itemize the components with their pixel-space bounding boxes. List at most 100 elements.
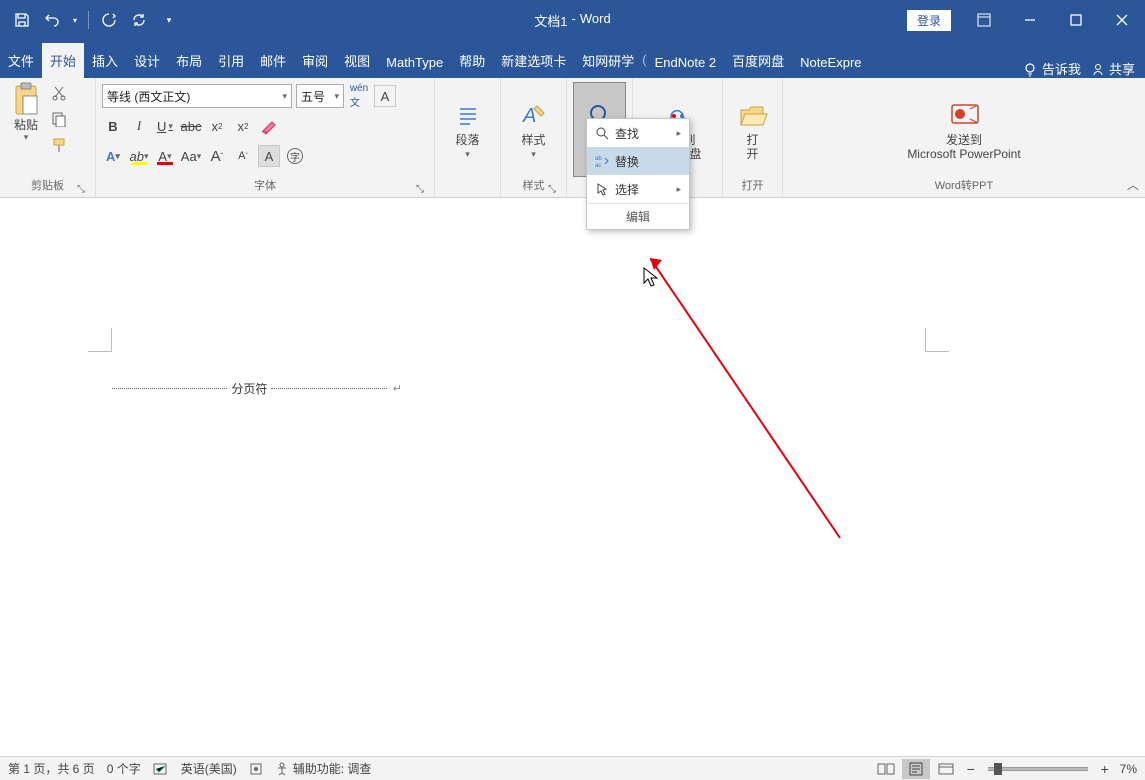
- save-icon[interactable]: [10, 8, 34, 32]
- collapse-ribbon-icon[interactable]: ︿: [1127, 176, 1139, 193]
- styles-button[interactable]: A 样式 ▾: [507, 82, 560, 177]
- tab-newtab[interactable]: 新建选项卡: [493, 43, 574, 78]
- ribbon-tabs: 文件 开始 插入 设计 布局 引用 邮件 审阅 视图 MathType 帮助 新…: [0, 40, 1145, 78]
- clear-format-icon[interactable]: [258, 115, 280, 137]
- tab-layout[interactable]: 布局: [168, 43, 210, 78]
- ribbon-display-icon[interactable]: [961, 0, 1007, 40]
- qat-customize-icon[interactable]: ▾: [157, 8, 181, 32]
- undo-icon[interactable]: [40, 8, 64, 32]
- enclose-char-icon[interactable]: 字: [284, 145, 306, 167]
- minimize-icon[interactable]: [1007, 0, 1053, 40]
- paragraph-button[interactable]: 段落 ▾: [441, 82, 494, 177]
- quick-access-toolbar: ▾ ▾: [0, 8, 181, 32]
- grow-font-icon[interactable]: Aˆ: [206, 145, 228, 167]
- font-size-combo[interactable]: 五号▾: [296, 84, 344, 108]
- paragraph-mark-icon: ↵: [393, 382, 402, 395]
- ppt-icon: [948, 99, 980, 131]
- page-corner-tl: [88, 328, 112, 352]
- chevron-right-icon: ▸: [676, 128, 681, 139]
- view-print-icon[interactable]: [902, 759, 930, 779]
- zoom-slider[interactable]: [988, 767, 1088, 771]
- status-spellcheck-icon[interactable]: [153, 762, 169, 776]
- close-icon[interactable]: [1099, 0, 1145, 40]
- chevron-right-icon: ▸: [676, 184, 681, 195]
- status-accessibility[interactable]: 辅助功能: 调查: [275, 760, 372, 777]
- tell-me[interactable]: 告诉我: [1022, 59, 1081, 78]
- accessibility-icon: [275, 762, 289, 776]
- clipboard-launcher-icon[interactable]: ⤡: [75, 183, 87, 195]
- view-web-icon[interactable]: [932, 759, 960, 779]
- zoom-out-icon[interactable]: −: [962, 760, 980, 778]
- tab-design[interactable]: 设计: [126, 43, 168, 78]
- group-styles: A 样式 ▾ 样式⤡: [501, 78, 567, 197]
- group-open: 打开 打开: [723, 78, 783, 197]
- status-macro-icon[interactable]: [249, 762, 263, 776]
- redo-icon[interactable]: [97, 8, 121, 32]
- status-language[interactable]: 英语(美国): [181, 760, 237, 777]
- tab-baidu[interactable]: 百度网盘: [724, 43, 792, 78]
- page-corner-tr: [925, 328, 949, 352]
- bulb-icon: [1022, 61, 1038, 77]
- tab-review[interactable]: 审阅: [294, 43, 336, 78]
- styles-launcher-icon[interactable]: ⤡: [546, 183, 558, 195]
- styles-icon: A: [518, 99, 550, 131]
- folder-icon: [737, 99, 769, 131]
- superscript-button[interactable]: x2: [232, 115, 254, 137]
- phonetic-guide-icon[interactable]: wén文: [348, 85, 370, 107]
- tab-view[interactable]: 视图: [336, 43, 378, 78]
- shrink-font-icon[interactable]: Aˇ: [232, 145, 254, 167]
- group-ppt: 发送到Microsoft PowerPoint Word转PPT ︿: [783, 78, 1145, 197]
- copy-icon[interactable]: [48, 108, 70, 130]
- tab-help[interactable]: 帮助: [451, 43, 493, 78]
- tab-mathtype[interactable]: MathType: [378, 47, 451, 78]
- tab-references[interactable]: 引用: [210, 43, 252, 78]
- zoom-in-icon[interactable]: +: [1096, 760, 1114, 778]
- maximize-icon[interactable]: [1053, 0, 1099, 40]
- ribbon: 粘贴 ▾ 剪贴板⤡ 等线 (西文正文)▾ 五号▾ wén文 A B I U▾: [0, 78, 1145, 198]
- cut-icon[interactable]: [48, 82, 70, 104]
- underline-button[interactable]: U▾: [154, 115, 176, 137]
- status-page[interactable]: 第 1 页，共 6 页: [8, 760, 95, 777]
- bold-button[interactable]: B: [102, 115, 124, 137]
- login-button[interactable]: 登录: [907, 10, 951, 31]
- share-button[interactable]: 共享: [1091, 59, 1135, 78]
- tab-file[interactable]: 文件: [0, 43, 42, 78]
- strike-button[interactable]: abc: [180, 115, 202, 137]
- italic-button[interactable]: I: [128, 115, 150, 137]
- change-case-icon[interactable]: Aa▾: [180, 145, 202, 167]
- svg-text:ac: ac: [595, 163, 601, 168]
- share-icon: [1091, 62, 1105, 76]
- page-break-indicator: 分页符 ↵: [112, 380, 402, 397]
- send-to-ppt-button[interactable]: 发送到Microsoft PowerPoint: [879, 82, 1049, 177]
- highlight-icon[interactable]: ab▾: [128, 145, 150, 167]
- tab-noteexpress[interactable]: NoteExpre: [792, 47, 869, 78]
- menu-item-find[interactable]: 查找 ▸: [587, 119, 689, 147]
- status-words[interactable]: 0 个字: [107, 760, 141, 777]
- char-border-icon[interactable]: A: [374, 85, 396, 107]
- tab-mailings[interactable]: 邮件: [252, 43, 294, 78]
- font-launcher-icon[interactable]: ⤡: [414, 183, 426, 195]
- font-name-combo[interactable]: 等线 (西文正文)▾: [102, 84, 292, 108]
- sync-icon[interactable]: [127, 8, 151, 32]
- font-color-icon[interactable]: A▾: [154, 145, 176, 167]
- tab-endnote[interactable]: EndNote 2: [647, 47, 724, 78]
- format-painter-icon[interactable]: [48, 134, 70, 156]
- menu-item-select[interactable]: 选择 ▸: [587, 175, 689, 203]
- open-button[interactable]: 打开: [729, 82, 776, 177]
- zoom-level[interactable]: 7%: [1120, 762, 1137, 776]
- cursor-icon: [595, 182, 609, 196]
- view-read-icon[interactable]: [872, 759, 900, 779]
- undo-dd-icon[interactable]: ▾: [70, 8, 80, 32]
- replace-icon: abac: [595, 154, 609, 168]
- text-effects-icon[interactable]: A▾: [102, 145, 124, 167]
- document-area[interactable]: 分页符 ↵: [0, 198, 1145, 756]
- paragraph-icon: [452, 99, 484, 131]
- tab-home[interactable]: 开始: [42, 43, 84, 78]
- tab-insert[interactable]: 插入: [84, 43, 126, 78]
- tab-cnki[interactable]: 知网研学: [574, 43, 642, 78]
- paste-button[interactable]: 粘贴 ▾: [6, 82, 46, 177]
- edit-menu-footer: 编辑: [587, 203, 689, 229]
- subscript-button[interactable]: x2: [206, 115, 228, 137]
- menu-item-replace[interactable]: abac 替换: [587, 147, 689, 175]
- char-shading-icon[interactable]: A: [258, 145, 280, 167]
